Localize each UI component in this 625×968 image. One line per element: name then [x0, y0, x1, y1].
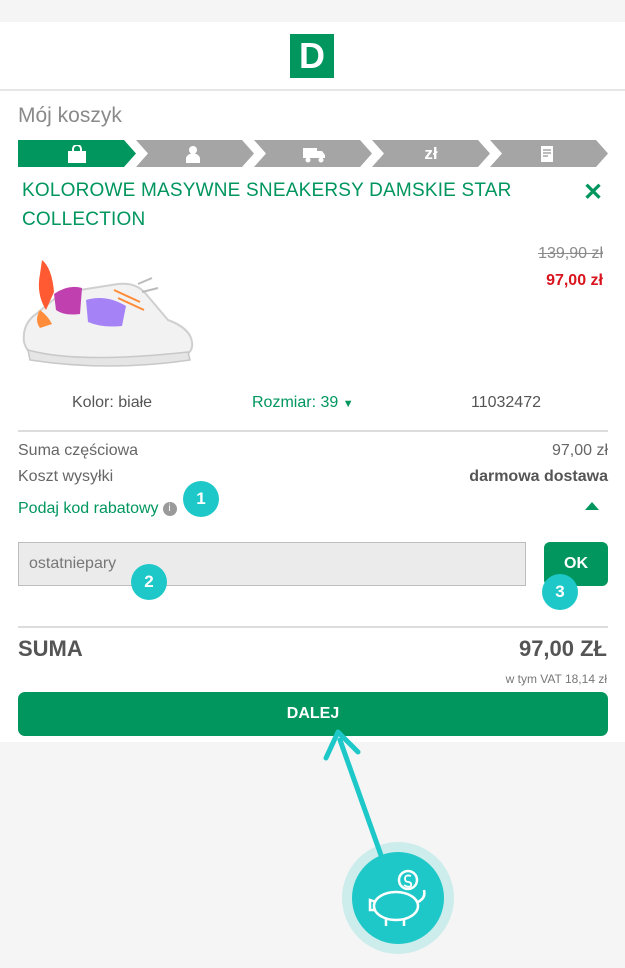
- promo-code-toggle[interactable]: Podaj kod rabatowy i: [18, 500, 177, 518]
- step-summary[interactable]: [490, 140, 608, 167]
- shipping-label: Koszt wysyłki: [18, 468, 114, 485]
- annotation-badge-1: 1: [183, 481, 219, 517]
- step-account[interactable]: [136, 140, 254, 167]
- shipping-row: Koszt wysyłki darmowa dostawa: [18, 468, 608, 486]
- promo-code-input[interactable]: [18, 542, 526, 586]
- piggy-bank-icon: [342, 842, 454, 954]
- step-cart[interactable]: [18, 140, 136, 167]
- shipping-value: darmowa dostawa: [469, 468, 608, 485]
- total-label: SUMA: [18, 636, 83, 661]
- annotation-badge-2: 2: [131, 564, 167, 600]
- checkout-steps: zł: [18, 140, 608, 167]
- chevron-up-icon[interactable]: [585, 502, 599, 510]
- product-color: Kolor: białe: [72, 394, 153, 411]
- brand-logo[interactable]: D: [290, 34, 334, 78]
- product-image[interactable]: [18, 254, 198, 369]
- product-title[interactable]: KOLOROWE MASYWNE SNEAKERSY DAMSKIE STAR …: [22, 176, 552, 234]
- subtotal-label: Suma częściowa: [18, 442, 139, 459]
- document-icon: [541, 146, 553, 162]
- promo-code-label: Podaj kod rabatowy: [18, 500, 159, 517]
- page-title: Mój koszyk: [18, 104, 122, 127]
- divider: [18, 626, 608, 628]
- truck-icon: [303, 148, 325, 163]
- remove-item-icon[interactable]: ✕: [583, 178, 603, 207]
- product-code: 11032472: [471, 394, 541, 411]
- subtotal-value: 97,00 zł: [551, 442, 608, 459]
- divider: [18, 430, 608, 432]
- subtotal-row: Suma częściowa 97,00 zł: [18, 442, 608, 460]
- size-selector[interactable]: Rozmiar: 39 ▼: [252, 394, 354, 412]
- step-delivery[interactable]: [254, 140, 372, 167]
- chevron-down-icon: ▼: [342, 398, 354, 410]
- shopping-bag-icon: [68, 145, 86, 163]
- cart-panel: D Mój koszyk zł KOLOROWE MASYWNE SNEAKER…: [0, 22, 625, 742]
- header: D: [0, 22, 625, 91]
- top-strip: [0, 0, 625, 22]
- old-price: 139,90 zł: [538, 245, 603, 262]
- annotation-badge-3: 3: [542, 574, 578, 610]
- size-label: Rozmiar: 39: [252, 394, 339, 411]
- step-payment[interactable]: zł: [372, 140, 490, 167]
- total-value: 97,00 ZŁ: [518, 636, 607, 661]
- sale-price: 97,00 zł: [546, 272, 603, 289]
- arrow-line: [337, 737, 385, 861]
- step-payment-label: zł: [424, 144, 438, 163]
- vat-note: w tym VAT 18,14 zł: [505, 672, 607, 686]
- info-icon[interactable]: i: [162, 501, 177, 516]
- user-icon: [186, 146, 200, 163]
- next-button[interactable]: DALEJ: [18, 692, 608, 736]
